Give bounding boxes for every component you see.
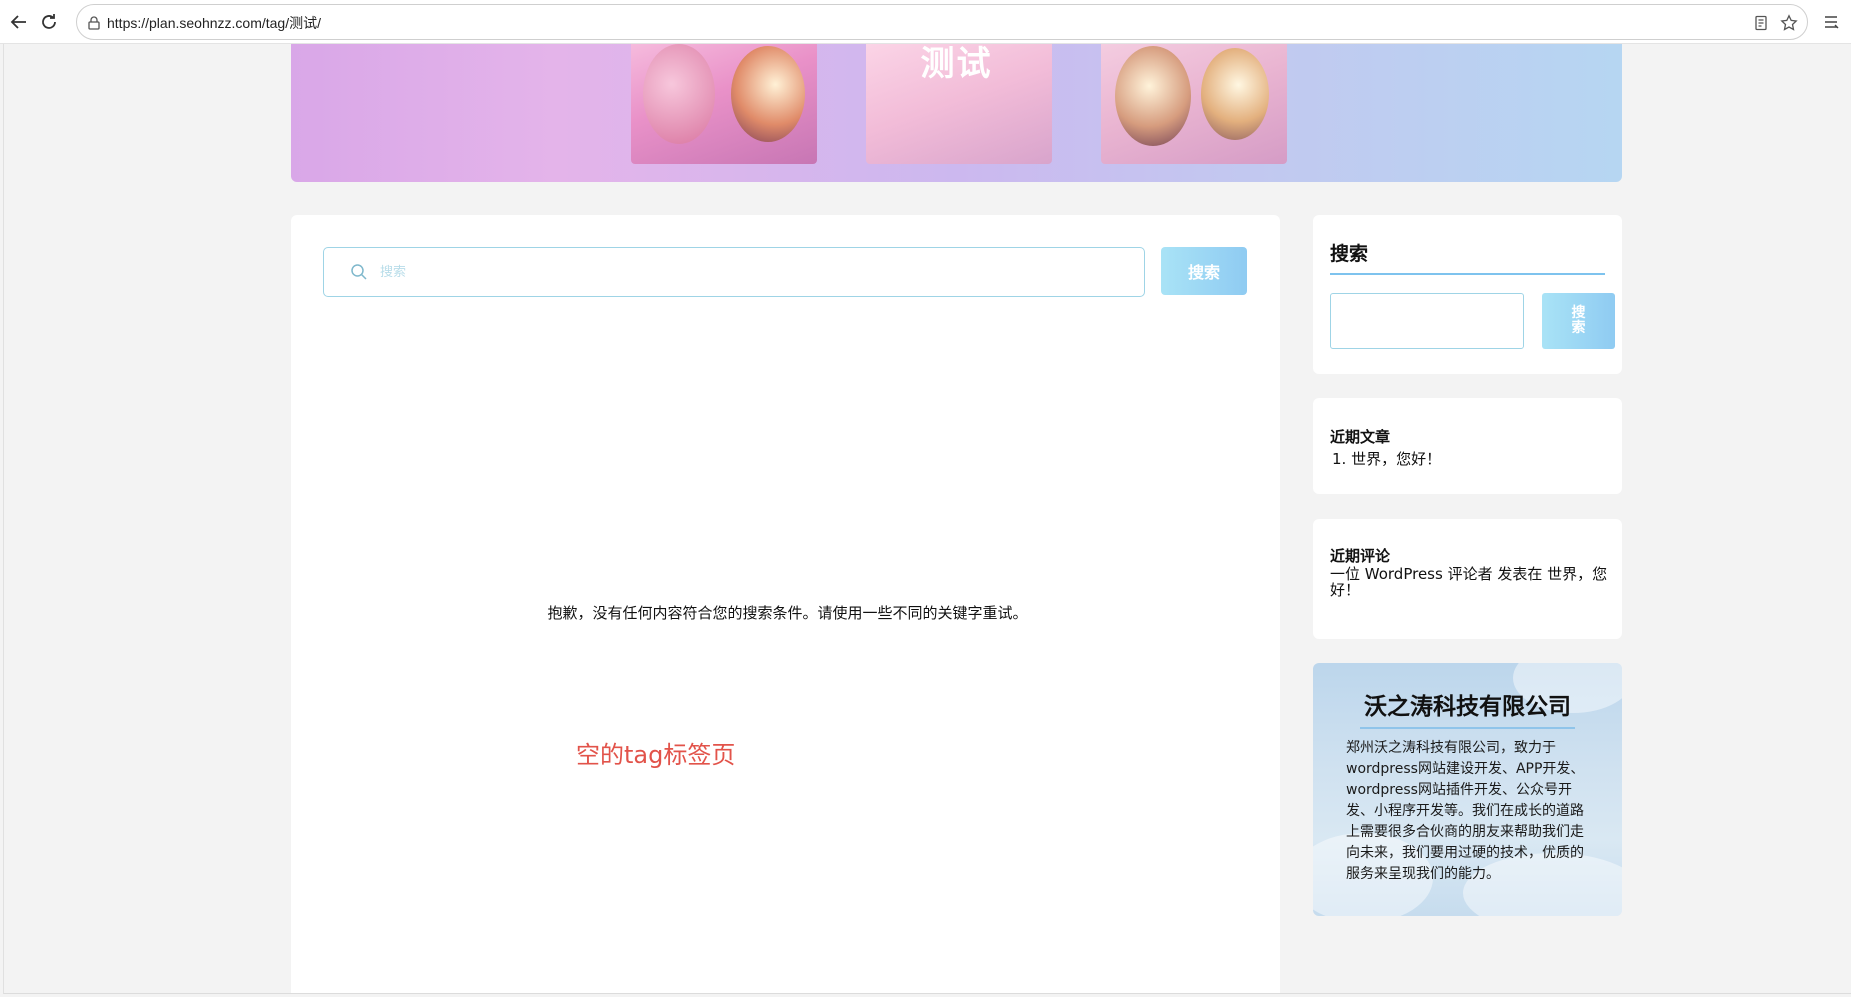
address-bar[interactable]: https://plan.seohnzz.com/tag/测试/ bbox=[76, 4, 1808, 40]
page-title: 测试 bbox=[920, 44, 993, 84]
menu-icon[interactable] bbox=[1819, 10, 1843, 34]
browser-toolbar: https://plan.seohnzz.com/tag/测试/ bbox=[0, 0, 1851, 44]
annotation-text: 空的tag标签页 bbox=[576, 741, 736, 769]
sidebar-search-button[interactable]: 搜索 bbox=[1542, 293, 1615, 349]
recent-comments-widget: 近期评论 一位 WordPress 评论者 发表在 世界，您好！ bbox=[1313, 519, 1622, 639]
sidebar-search-button-label: 搜索 bbox=[1571, 305, 1586, 336]
no-results-text: 抱歉，没有任何内容符合您的搜索条件。请使用一些不同的关键字重试。 bbox=[547, 604, 1028, 622]
recent-posts-widget: 近期文章 1. 世界，您好！ bbox=[1313, 398, 1622, 494]
company-title: 沃之涛科技有限公司 bbox=[1364, 694, 1571, 720]
tag-banner: 测试 bbox=[291, 44, 1622, 182]
lock-icon[interactable] bbox=[87, 15, 103, 31]
back-arrow-icon[interactable] bbox=[6, 9, 32, 35]
sidebar-search-input[interactable] bbox=[1330, 293, 1524, 349]
divider bbox=[1360, 727, 1575, 729]
bookmark-star-icon[interactable] bbox=[1779, 13, 1799, 33]
no-results-message: 抱歉，没有任何内容符合您的搜索条件。请使用一些不同的关键字重试。 bbox=[291, 602, 1280, 623]
page-viewport: 测试 搜索 抱歉，没有任何内容符合您的搜索条件。请使用一些不同的关键字重试。 空… bbox=[3, 44, 1851, 994]
widget-title: 近期文章 bbox=[1330, 428, 1391, 446]
reload-icon[interactable] bbox=[36, 9, 62, 35]
search-icon bbox=[350, 263, 368, 281]
widget-title: 搜索 bbox=[1330, 243, 1369, 265]
search-input[interactable] bbox=[380, 258, 1120, 286]
widget-title: 近期评论 bbox=[1330, 547, 1391, 565]
search-button[interactable]: 搜索 bbox=[1161, 247, 1247, 295]
sidebar-search-widget: 搜索 搜索 bbox=[1313, 215, 1622, 374]
reader-mode-icon[interactable] bbox=[1751, 13, 1771, 33]
recent-comment-item[interactable]: 一位 WordPress 评论者 发表在 世界，您好！ bbox=[1330, 566, 1610, 598]
main-content: 搜索 抱歉，没有任何内容符合您的搜索条件。请使用一些不同的关键字重试。 空的ta… bbox=[291, 215, 1280, 993]
search-field[interactable] bbox=[323, 247, 1145, 297]
url-text[interactable]: https://plan.seohnzz.com/tag/测试/ bbox=[107, 13, 321, 33]
divider bbox=[1330, 273, 1605, 275]
company-description: 郑州沃之涛科技有限公司，致力于wordpress网站建设开发、APP开发、wor… bbox=[1346, 740, 1585, 882]
company-widget: 沃之涛科技有限公司 郑州沃之涛科技有限公司，致力于wordpress网站建设开发… bbox=[1313, 663, 1622, 916]
recent-post-link[interactable]: 1. 世界，您好！ bbox=[1332, 448, 1441, 469]
